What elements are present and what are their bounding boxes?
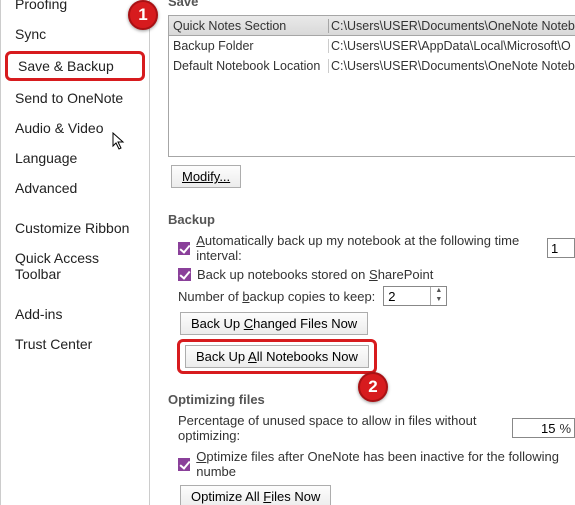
table-row[interactable]: Default Notebook Location C:\Users\USER\… (169, 56, 575, 76)
backup-all-highlight: Back Up All Notebooks Now (177, 339, 377, 374)
sharepoint-backup-label: Back up notebooks stored on SharePoint (197, 267, 433, 282)
optimize-percentage-input[interactable] (513, 421, 559, 436)
stepper-up-icon[interactable]: ▲ (431, 287, 446, 296)
sidebar-item-save-backup[interactable]: Save & Backup (5, 51, 145, 81)
table-cell-name: Default Notebook Location (169, 59, 329, 73)
annotation-badge-2: 2 (358, 372, 388, 402)
sidebar-item-send-to-onenote[interactable]: Send to OneNote (1, 83, 149, 113)
sidebar-item-quick-access-toolbar[interactable]: Quick Access Toolbar (1, 243, 149, 289)
sidebar-item-language[interactable]: Language (1, 143, 149, 173)
backup-copies-label: Number of backup copies to keep: (178, 289, 375, 304)
optimize-inactive-label: Optimize files after OneNote has been in… (196, 449, 575, 479)
backup-all-button[interactable]: Back Up All Notebooks Now (185, 345, 369, 368)
sidebar-item-add-ins[interactable]: Add-ins (1, 299, 149, 329)
table-cell-path: C:\Users\USER\AppData\Local\Microsoft\O (329, 39, 575, 53)
modify-button[interactable]: Modify... (171, 165, 241, 188)
sidebar-item-sync[interactable]: Sync (1, 19, 149, 49)
backup-interval-input[interactable] (547, 238, 575, 258)
options-sidebar: Proofing Sync Save & Backup Send to OneN… (0, 0, 150, 505)
backup-changed-button[interactable]: Back Up Changed Files Now (180, 312, 368, 335)
modify-button-label: Modify... (182, 169, 230, 184)
annotation-badge-1: 1 (128, 0, 158, 30)
sidebar-item-proofing[interactable]: Proofing (1, 0, 149, 19)
sidebar-item-trust-center[interactable]: Trust Center (1, 329, 149, 359)
auto-backup-checkbox[interactable] (178, 242, 190, 255)
optimize-percentage-label: Percentage of unused space to allow in f… (178, 413, 504, 443)
sharepoint-backup-checkbox[interactable] (178, 268, 191, 281)
percent-suffix: % (559, 421, 571, 436)
sidebar-item-advanced[interactable]: Advanced (1, 173, 149, 203)
table-cell-name: Backup Folder (169, 39, 329, 53)
options-content: Save Quick Notes Section C:\Users\USER\D… (150, 0, 575, 505)
table-cell-path: C:\Users\USER\Documents\OneNote Noteb (329, 59, 575, 73)
optimize-all-button[interactable]: Optimize All Files Now (180, 485, 331, 505)
stepper-buttons[interactable]: ▲ ▼ (430, 287, 446, 305)
sidebar-item-audio-video[interactable]: Audio & Video (1, 113, 149, 143)
backup-section-title: Backup (168, 212, 575, 227)
optimize-inactive-checkbox[interactable] (178, 458, 190, 471)
table-header-row[interactable]: Quick Notes Section C:\Users\USER\Docume… (169, 16, 575, 36)
sidebar-item-customize-ribbon[interactable]: Customize Ribbon (1, 213, 149, 243)
auto-backup-label: Automatically back up my notebook at the… (196, 233, 541, 263)
table-header-name: Quick Notes Section (169, 19, 329, 33)
backup-copies-input[interactable] (384, 289, 430, 304)
table-row[interactable]: Backup Folder C:\Users\USER\AppData\Loca… (169, 36, 575, 56)
stepper-down-icon[interactable]: ▼ (431, 296, 446, 305)
save-paths-table[interactable]: Quick Notes Section C:\Users\USER\Docume… (168, 15, 575, 157)
backup-copies-stepper[interactable]: ▲ ▼ (383, 286, 447, 306)
table-header-path: C:\Users\USER\Documents\OneNote Noteb (329, 19, 575, 33)
optimize-percentage-input-wrap[interactable]: % (512, 418, 575, 438)
save-section-title: Save (168, 0, 575, 9)
